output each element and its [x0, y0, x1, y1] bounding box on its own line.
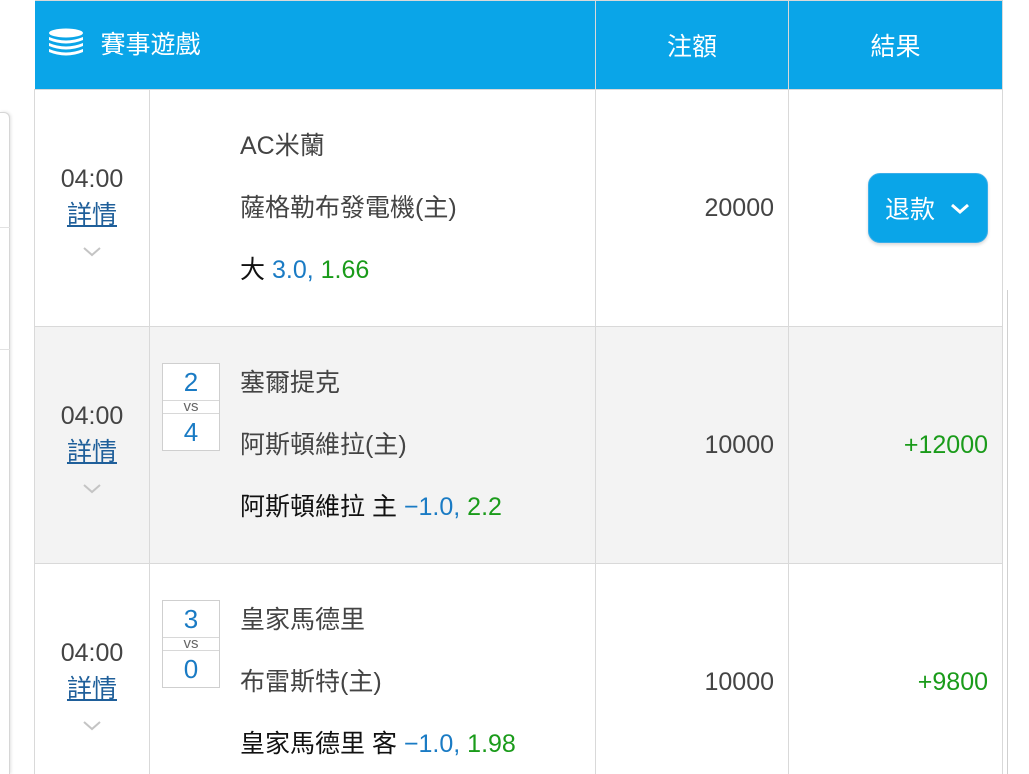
match-time-cell: 04:00 詳情: [34, 89, 150, 327]
bet-prefix: 阿斯頓維拉 主: [240, 493, 397, 521]
score-box: 3 vs 0: [162, 600, 220, 688]
chevron-down-icon[interactable]: [35, 233, 149, 257]
side-panel-divider: [0, 349, 10, 350]
chevron-down-icon[interactable]: [35, 707, 149, 731]
match-time-cell: 04:00 詳情: [34, 563, 150, 774]
bet-odds: 2.2: [467, 493, 502, 521]
table-row: 04:00 詳情 3 vs 0 皇家馬德里 布雷斯特(主) 皇家馬德里 客 −1…: [34, 563, 1004, 774]
table-row: 04:00 詳情 AC米蘭 薩格勒布發電機(主) 大 3.0, 1.66 200…: [34, 89, 1004, 327]
match-cell: 3 vs 0 皇家馬德里 布雷斯特(主) 皇家馬德里 客 −1.0, 1.98: [148, 563, 597, 774]
header-result: 結果: [788, 0, 1004, 90]
bet-line: −1.0,: [403, 493, 461, 521]
match-cell: AC米蘭 薩格勒布發電機(主) 大 3.0, 1.66: [148, 89, 597, 327]
team-home: 薩格勒布發電機(主): [240, 194, 457, 222]
table-row: 04:00 詳情 2 vs 4 塞爾提克 阿斯頓維拉(主) 阿斯頓維拉 主 −1…: [34, 326, 1004, 564]
header-game-label: 賽事遊戲: [100, 31, 201, 59]
score-home: 2: [183, 367, 199, 397]
bet-line: −1.0,: [403, 730, 461, 758]
detail-link[interactable]: 詳情: [35, 671, 149, 707]
team-away: 皇家馬德里: [240, 606, 366, 634]
match-time: 04:00: [60, 638, 124, 667]
stake-cell: 10000: [595, 326, 790, 564]
side-panel-right-edge: [1007, 290, 1029, 774]
team-away: 塞爾提克: [240, 369, 341, 397]
score-away: 0: [183, 654, 199, 684]
bet-history-table: 賽事遊戲 注額 結果 04:00 詳情 AC米蘭 薩格勒布發電機(主) 大 3.…: [34, 0, 1004, 774]
detail-link[interactable]: 詳情: [35, 434, 149, 470]
stake-cell: 10000: [595, 563, 790, 774]
score-vs: vs: [163, 636, 219, 651]
chevron-down-icon[interactable]: [35, 470, 149, 494]
side-panel-edge: [0, 112, 10, 774]
result-cell: +9800: [788, 563, 1004, 774]
team-home: 布雷斯特(主): [240, 668, 382, 696]
header-stake: 注額: [595, 0, 790, 90]
bet-selection: 大 3.0, 1.66: [240, 239, 595, 301]
bet-selection: 阿斯頓維拉 主 −1.0, 2.2: [240, 476, 595, 538]
score-box: 2 vs 4: [162, 363, 220, 451]
score-away: 4: [183, 417, 199, 447]
bet-odds: 1.98: [467, 730, 516, 758]
match-time: 04:00: [60, 401, 124, 430]
table-header-row: 賽事遊戲 注額 結果: [34, 0, 1004, 90]
match-time: 04:00: [60, 164, 124, 193]
bet-odds: 1.66: [320, 256, 370, 284]
detail-link[interactable]: 詳情: [35, 197, 149, 233]
team-away: AC米蘭: [240, 132, 325, 160]
bet-selection: 皇家馬德里 客 −1.0, 1.98: [240, 713, 595, 774]
refund-label: 退款: [885, 196, 936, 224]
score-home: 3: [183, 604, 199, 634]
chevron-down-icon: [949, 194, 971, 223]
result-cell: +12000: [788, 326, 1004, 564]
match-time-cell: 04:00 詳情: [34, 326, 150, 564]
stake-cell: 20000: [595, 89, 790, 327]
score-vs: vs: [163, 399, 219, 414]
coin-stack-icon: [47, 28, 85, 65]
team-home: 阿斯頓維拉(主): [240, 431, 407, 459]
side-panel-divider: [0, 227, 10, 228]
bet-line: 3.0,: [271, 256, 314, 284]
bet-prefix: 皇家馬德里 客: [240, 730, 397, 758]
result-cell: 退款: [788, 89, 1004, 327]
header-game: 賽事遊戲: [34, 0, 597, 90]
refund-dropdown-button[interactable]: 退款: [868, 173, 989, 243]
match-cell: 2 vs 4 塞爾提克 阿斯頓維拉(主) 阿斯頓維拉 主 −1.0, 2.2: [148, 326, 597, 564]
bet-prefix: 大: [240, 256, 266, 284]
